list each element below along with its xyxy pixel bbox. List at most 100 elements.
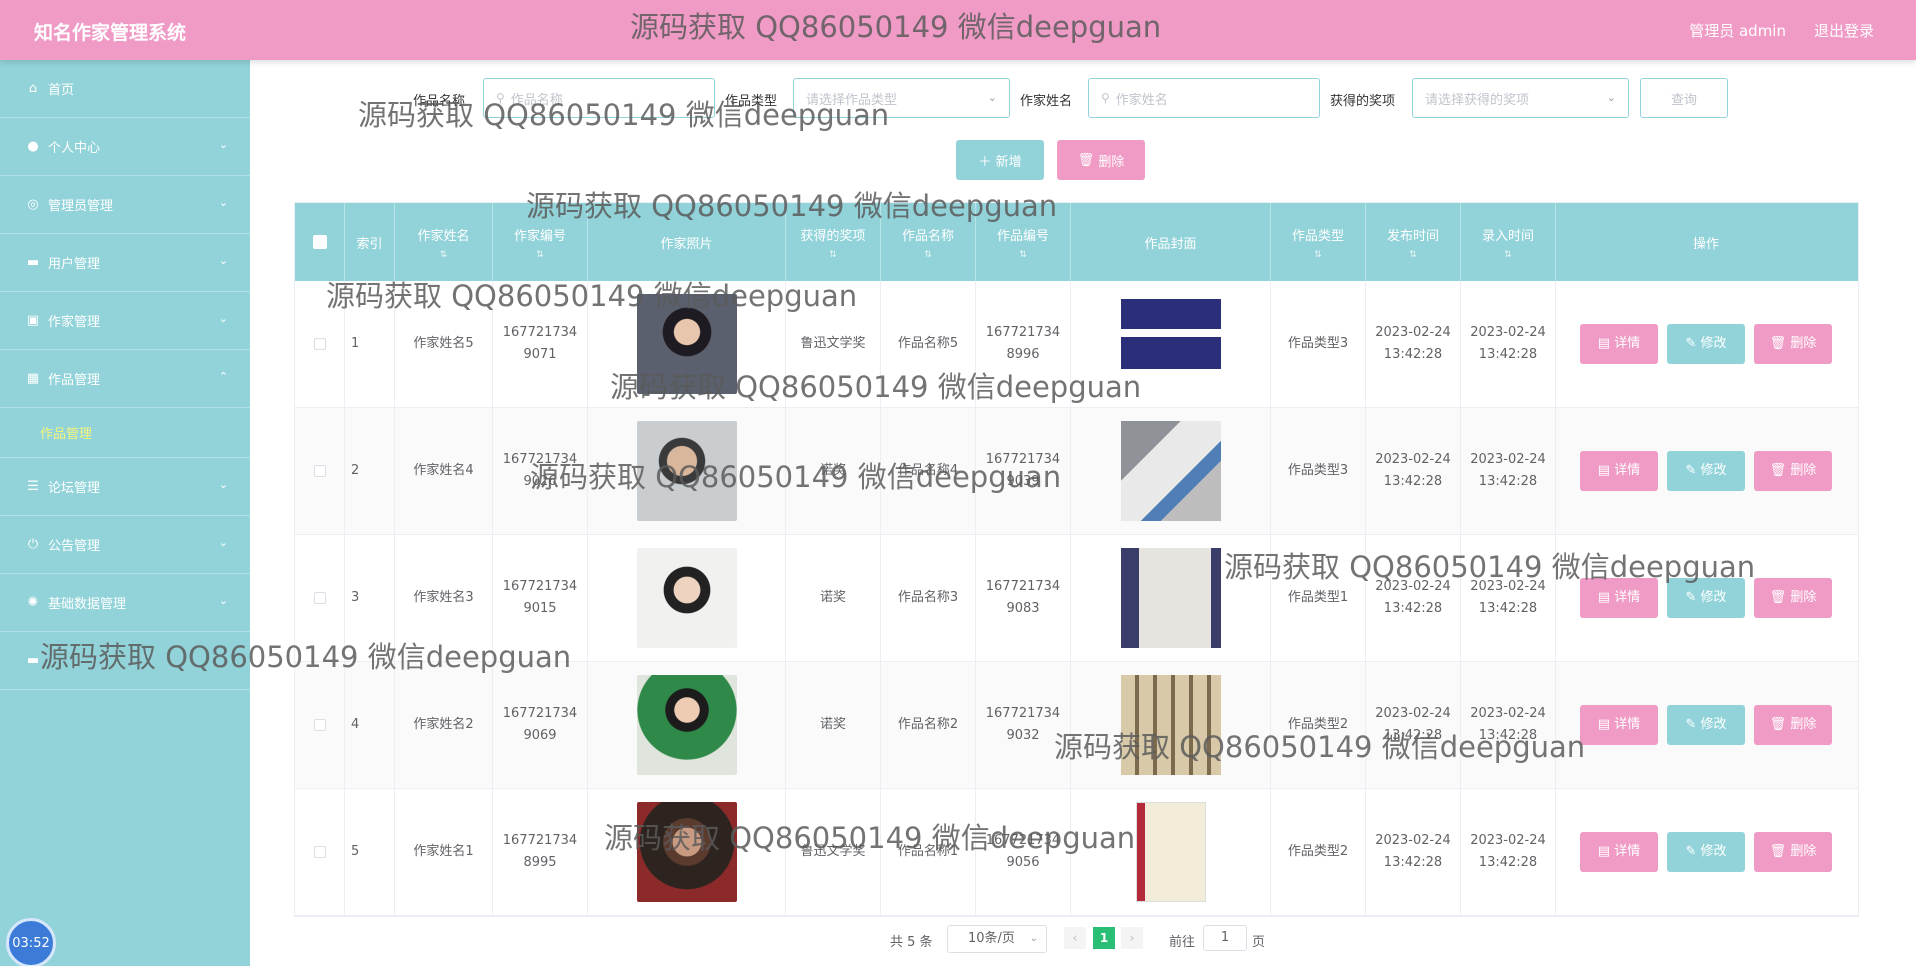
select-all-checkbox[interactable]	[312, 235, 327, 249]
work-cover[interactable]	[1135, 802, 1206, 902]
sidebar-item-works-management[interactable]: ▦ 作品管理 ⌃	[0, 350, 250, 408]
award-label: 获得的奖项	[1330, 94, 1396, 109]
select-all-cell	[295, 203, 345, 281]
sidebar-item-label: 作品管理	[48, 373, 101, 388]
work-cover[interactable]	[1120, 675, 1221, 775]
power-icon: ⏻	[27, 537, 39, 552]
submenu-works-management[interactable]: 作品管理	[0, 408, 250, 458]
col-work-cover[interactable]: 作品封面	[1071, 203, 1271, 281]
delete-button[interactable]: 🗑 删除	[1754, 324, 1832, 364]
edit-button[interactable]: ✎ 修改	[1667, 451, 1745, 491]
edit-icon: ✎	[1685, 590, 1701, 605]
cell-work-no: 1677217349032	[976, 662, 1071, 788]
sidebar-item-admin-management[interactable]: ◎ 管理员管理 ⌄	[0, 176, 250, 234]
col-author-no[interactable]: 作家编号 ⇅	[493, 203, 588, 281]
col-entry-time[interactable]: 录入时间 ⇅	[1461, 203, 1556, 281]
goto-page-input[interactable]: 1	[1203, 925, 1247, 951]
work-name-input[interactable]: ⚲ 作品名称	[483, 78, 715, 118]
work-type-select[interactable]: 请选择作品类型 ⌄	[793, 78, 1010, 118]
sidebar-item-basic-data[interactable]: ✺ 基础数据管理 ⌄	[0, 574, 250, 632]
col-work-type[interactable]: 作品类型 ⇅	[1271, 203, 1366, 281]
cell-work-name: 作品名称4	[881, 408, 976, 534]
top-header: 知名作家管理系统 管理员 admin 退出登录	[0, 0, 1916, 60]
sidebar-item-hidden[interactable]: ▬	[0, 632, 250, 690]
trash-icon: 🗑	[1769, 717, 1791, 732]
settings-icon: ◎	[27, 197, 39, 212]
author-photo[interactable]	[636, 421, 737, 521]
prev-page-button[interactable]: ‹	[1064, 927, 1086, 949]
author-photo[interactable]	[636, 675, 737, 775]
sidebar-item-personal-center[interactable]: ● 个人中心 ⌄	[0, 118, 250, 176]
row-checkbox[interactable]	[313, 592, 326, 604]
table-row: 2 作家姓名4 1677217349026 诺奖 作品名称4 167721734…	[295, 408, 1858, 535]
batch-delete-button[interactable]: 🗑 删除	[1057, 140, 1145, 180]
current-user: 管理员 admin	[1689, 22, 1786, 40]
sidebar-item-user-management[interactable]: ▬ 用户管理 ⌄	[0, 234, 250, 292]
trash-icon: 🗑	[1769, 336, 1791, 351]
chevron-down-icon: ⌄	[218, 254, 228, 267]
query-button[interactable]: 查询	[1640, 78, 1728, 118]
col-publish-time[interactable]: 发布时间 ⇅	[1366, 203, 1461, 281]
cell-author-name: 作家姓名5	[395, 281, 493, 407]
col-work-name[interactable]: 作品名称 ⇅	[881, 203, 976, 281]
sidebar-item-notice-management[interactable]: ⏻ 公告管理 ⌄	[0, 516, 250, 574]
cell-index: 3	[345, 535, 395, 661]
cell-award: 诺奖	[786, 408, 881, 534]
delete-button[interactable]: 🗑 删除	[1754, 451, 1832, 491]
edit-button[interactable]: ✎ 修改	[1667, 705, 1745, 745]
row-checkbox[interactable]	[313, 719, 326, 731]
sidebar-item-label: 个人中心	[48, 141, 101, 156]
edit-button[interactable]: ✎ 修改	[1667, 324, 1745, 364]
row-checkbox[interactable]	[313, 338, 326, 350]
author-photo[interactable]	[636, 548, 737, 648]
detail-button[interactable]: ▤ 详情	[1580, 578, 1658, 618]
page-number[interactable]: 1	[1093, 927, 1115, 949]
chevron-down-icon: ⌄	[218, 138, 228, 151]
delete-button[interactable]: 🗑 删除	[1754, 832, 1832, 872]
cell-author-no: 1677217349071	[493, 281, 588, 407]
detail-button[interactable]: ▤ 详情	[1580, 705, 1658, 745]
cell-author-name: 作家姓名4	[395, 408, 493, 534]
detail-button[interactable]: ▤ 详情	[1580, 832, 1658, 872]
cell-work-no: 1677217349083	[976, 535, 1071, 661]
main-content: 作品名称 ⚲ 作品名称 作品类型 请选择作品类型 ⌄ 作家姓名 ⚲ 作家姓名 获得的奖…	[250, 60, 1916, 966]
edit-button[interactable]: ✎ 修改	[1667, 578, 1745, 618]
work-cover[interactable]	[1120, 548, 1221, 648]
col-index: 索引	[345, 203, 395, 281]
edit-button[interactable]: ✎ 修改	[1667, 832, 1745, 872]
work-cover[interactable]	[1120, 421, 1221, 521]
grid-icon: ▦	[26, 371, 40, 386]
work-cover[interactable]	[1120, 294, 1221, 394]
sidebar-item-author-management[interactable]: ▣ 作家管理 ⌄	[0, 292, 250, 350]
trash-icon: 🗑	[1769, 844, 1791, 859]
detail-button[interactable]: ▤ 详情	[1580, 451, 1658, 491]
sidebar-item-forum-management[interactable]: ☰ 论坛管理 ⌄	[0, 458, 250, 516]
cell-work-no: 1677217348996	[976, 281, 1071, 407]
add-button[interactable]: ＋ 新增	[956, 140, 1044, 180]
chat-icon: ▬	[26, 653, 40, 668]
author-photo[interactable]	[636, 294, 737, 394]
sort-icon: ⇅	[1314, 249, 1322, 260]
col-work-no[interactable]: 作品编号 ⇅	[976, 203, 1071, 281]
col-author-name[interactable]: 作家姓名 ⇅	[395, 203, 493, 281]
row-checkbox[interactable]	[313, 846, 326, 858]
cell-entry-time: 2023-02-24 13:42:28	[1461, 662, 1556, 788]
logout-link[interactable]: 退出登录	[1814, 20, 1874, 41]
delete-button[interactable]: 🗑 删除	[1754, 578, 1832, 618]
sort-icon: ⇅	[1504, 249, 1512, 260]
award-select[interactable]: 请选择获得的奖项 ⌄	[1412, 78, 1629, 118]
author-photo[interactable]	[636, 802, 737, 902]
next-page-button[interactable]: ›	[1121, 927, 1143, 949]
page-size-select[interactable]: 10条/页 ⌄	[947, 925, 1047, 953]
row-checkbox[interactable]	[313, 465, 326, 477]
author-name-input[interactable]: ⚲ 作家姓名	[1088, 78, 1320, 118]
edit-icon: ✎	[1685, 844, 1701, 859]
delete-button[interactable]: 🗑 删除	[1754, 705, 1832, 745]
col-award[interactable]: 获得的奖项 ⇅	[786, 203, 881, 281]
col-author-photo[interactable]: 作家照片	[588, 203, 786, 281]
pagination: 共 5 条 10条/页 ⌄ ‹ 1 › 前往 1 页	[250, 923, 1916, 953]
cell-author-no: 1677217349026	[493, 408, 588, 534]
detail-button[interactable]: ▤ 详情	[1580, 324, 1658, 364]
cell-entry-time: 2023-02-24 13:42:28	[1461, 535, 1556, 661]
sidebar-item-home[interactable]: ⌂ 首页	[0, 60, 250, 118]
